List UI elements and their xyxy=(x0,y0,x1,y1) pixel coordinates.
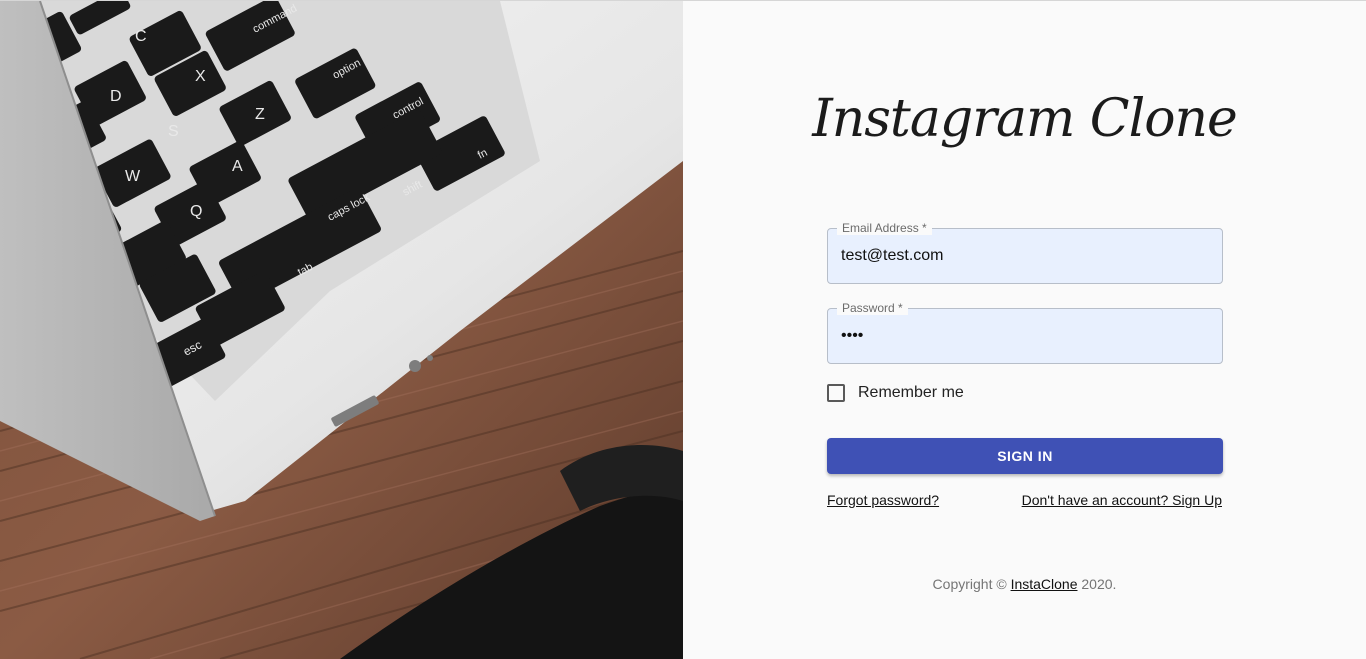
svg-text:X: X xyxy=(195,68,206,85)
password-field[interactable]: Password * xyxy=(827,301,1223,364)
svg-text:S: S xyxy=(168,123,179,140)
password-input[interactable] xyxy=(828,309,1222,363)
svg-text:D: D xyxy=(110,88,122,105)
remember-me-row[interactable]: Remember me xyxy=(827,382,964,404)
svg-text:W: W xyxy=(125,168,141,185)
svg-text:A: A xyxy=(232,158,243,175)
sign-in-button[interactable]: SIGN IN xyxy=(827,438,1223,474)
login-page: esc tab caps lock shift fn control optio… xyxy=(0,0,1366,659)
remember-me-checkbox[interactable] xyxy=(827,384,845,402)
login-panel: Instagram Clone Email Address * Password… xyxy=(683,1,1366,659)
copyright: Copyright © InstaClone 2020. xyxy=(683,576,1366,592)
forgot-password-link[interactable]: Forgot password? xyxy=(827,492,939,508)
laptop-photo: esc tab caps lock shift fn control optio… xyxy=(0,1,683,659)
instaclone-link[interactable]: InstaClone xyxy=(1011,576,1078,592)
svg-text:C: C xyxy=(135,28,147,45)
copyright-suffix: 2020. xyxy=(1077,576,1117,592)
hero-image: esc tab caps lock shift fn control optio… xyxy=(0,1,683,659)
svg-text:Q: Q xyxy=(190,203,202,220)
email-field[interactable]: Email Address * xyxy=(827,221,1223,284)
sign-up-link[interactable]: Don't have an account? Sign Up xyxy=(1022,492,1222,508)
copyright-prefix: Copyright © xyxy=(932,576,1011,592)
svg-text:Z: Z xyxy=(255,106,265,123)
remember-me-label[interactable]: Remember me xyxy=(858,384,964,402)
brand-title: Instagram Clone xyxy=(812,89,1238,149)
email-input[interactable] xyxy=(828,229,1222,283)
